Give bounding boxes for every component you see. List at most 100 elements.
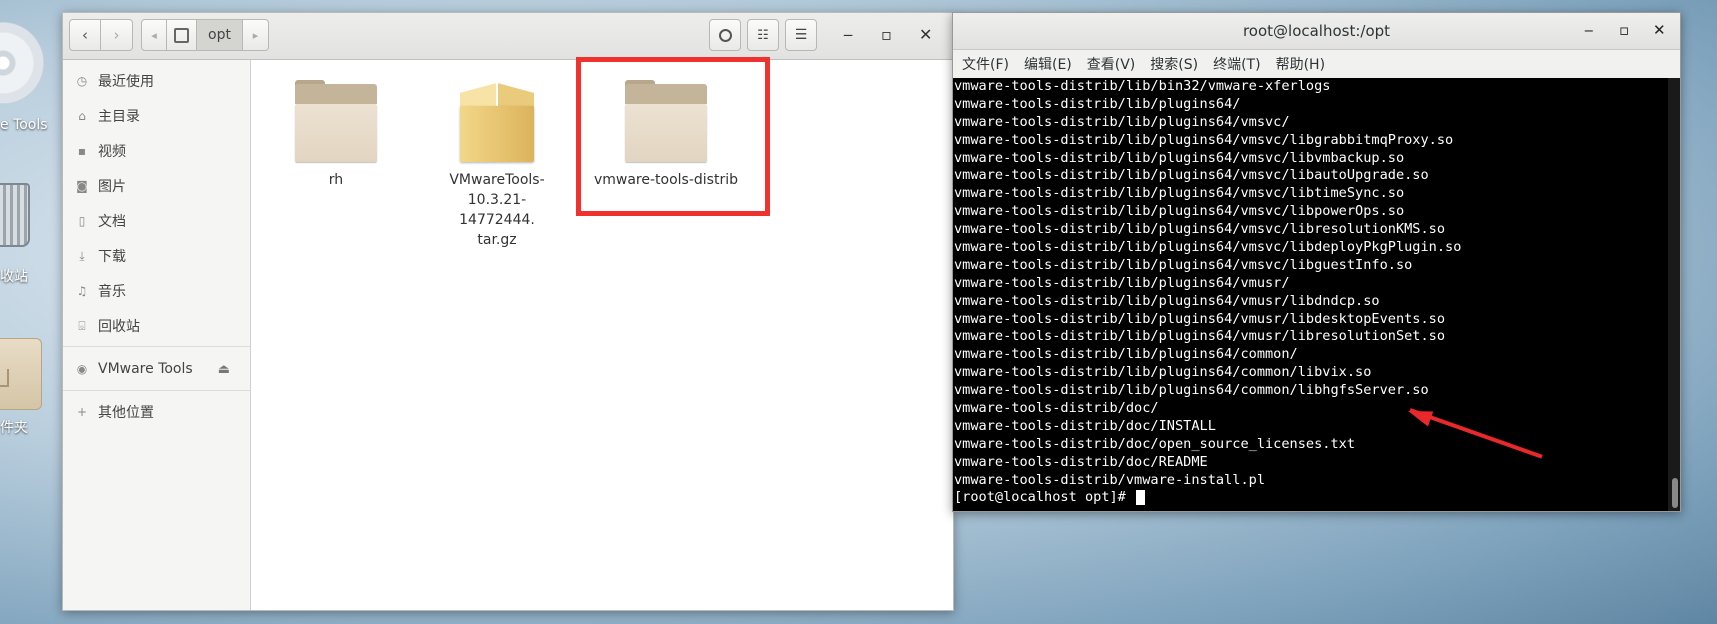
terminal-line: vmware-tools-distrib/lib/plugins64/vmsvc… <box>954 256 1413 273</box>
terminal-line: vmware-tools-distrib/lib/plugins64/vmsvc… <box>954 221 1446 238</box>
file-item-vmwaretools-archive[interactable]: VMwareTools- 10.3.21-14772444. tar.gz <box>432 80 562 250</box>
terminal-line: vmware-tools-distrib/doc/open_source_lic… <box>954 435 1356 452</box>
minimize-button[interactable]: ‒ <box>843 25 853 44</box>
sidebar-item-label: 回收站 <box>98 319 140 335</box>
terminal-line: vmware-tools-distrib/lib/bin32/vmware-xf… <box>954 78 1331 94</box>
shell-prompt: [root@localhost opt]# <box>954 489 1135 506</box>
path-root-button[interactable] <box>167 19 197 51</box>
sidebar-item-pictures[interactable]: ◙ 图片 <box>63 173 250 199</box>
terminal-line: vmware-tools-distrib/lib/plugins64/vmsvc… <box>954 131 1454 148</box>
minimize-icon: ‒ <box>1584 21 1594 39</box>
close-icon: ✕ <box>919 25 933 44</box>
terminal-titlebar: root@localhost:/opt ‒ ▫ ✕ <box>953 13 1680 50</box>
document-icon: ▯ <box>78 214 86 228</box>
terminal-line: vmware-tools-distrib/lib/plugins64/vmusr… <box>954 310 1446 327</box>
home-icon: ⌂ <box>78 109 86 123</box>
chevron-left-icon: ‹ <box>82 26 88 44</box>
sidebar-item-vmware-tools[interactable]: ◉ VMware Tools ⏏ <box>63 356 250 382</box>
menu-help[interactable]: 帮助(H) <box>1276 54 1325 74</box>
terminal-line: vmware-tools-distrib/lib/plugins64/vmsvc… <box>954 185 1405 202</box>
sidebar-item-videos[interactable]: ▪ 视频 <box>63 138 250 164</box>
menu-file[interactable]: 文件(F) <box>962 54 1009 74</box>
home-folder-icon[interactable] <box>0 338 42 410</box>
terminal-line: vmware-tools-distrib/doc/README <box>954 453 1208 470</box>
terminal-line: vmware-tools-distrib/lib/plugins64/commo… <box>954 382 1429 399</box>
camera-icon: ◙ <box>76 179 88 193</box>
sidebar-item-label: 图片 <box>98 179 126 195</box>
sidebar-item-label: 主目录 <box>98 109 140 125</box>
menu-edit[interactable]: 编辑(E) <box>1024 54 1072 74</box>
sidebar-item-downloads[interactable]: ⤓ 下载 <box>63 243 250 269</box>
terminal-minimize-button[interactable]: ‒ <box>1584 21 1594 39</box>
sidebar-item-label: VMware Tools <box>98 361 193 377</box>
close-icon: ✕ <box>1653 21 1666 39</box>
sidebar-item-label: 其他位置 <box>98 405 154 421</box>
terminal-line: vmware-tools-distrib/vmware-install.pl <box>954 471 1265 488</box>
triangle-left-icon: ◂ <box>151 28 157 42</box>
sidebar-separator <box>63 390 250 391</box>
menu-button[interactable]: ☰ <box>785 19 817 51</box>
back-button[interactable]: ‹ <box>69 19 101 51</box>
sidebar-item-home[interactable]: ⌂ 主目录 <box>63 103 250 129</box>
search-button[interactable] <box>709 19 741 51</box>
menu-view[interactable]: 查看(V) <box>1087 54 1136 74</box>
eject-icon[interactable]: ⏏ <box>218 362 230 377</box>
music-icon: ♫ <box>76 284 88 298</box>
terminal-line: vmware-tools-distrib/doc/INSTALL <box>954 417 1216 434</box>
terminal-line: vmware-tools-distrib/lib/plugins64/vmsvc… <box>954 239 1462 256</box>
terminal-line: vmware-tools-distrib/lib/plugins64/vmusr… <box>954 274 1290 291</box>
view-toggle-button[interactable]: ☷ <box>747 19 779 51</box>
vmware-tools-disc-icon[interactable] <box>0 22 44 104</box>
terminal-line: vmware-tools-distrib/lib/plugins64/ <box>954 95 1241 112</box>
list-view-icon: ☷ <box>757 27 769 43</box>
forward-button[interactable]: › <box>101 19 133 51</box>
trash-icon[interactable] <box>0 183 30 247</box>
terminal-output[interactable]: vmware-tools-distrib/lib/bin32/vmware-xf… <box>953 78 1668 511</box>
sidebar-separator <box>63 346 250 347</box>
hamburger-icon: ☰ <box>794 27 808 43</box>
scrollbar-thumb[interactable] <box>1672 478 1678 508</box>
terminal-scrollbar[interactable] <box>1668 78 1680 511</box>
file-name-line: 10.3.21-14772444. <box>459 192 535 228</box>
terminal-line: vmware-tools-distrib/lib/plugins64/commo… <box>954 346 1298 363</box>
terminal-window: root@localhost:/opt ‒ ▫ ✕ 文件(F) 编辑(E) 查看… <box>952 12 1681 512</box>
drive-icon <box>174 27 189 43</box>
file-name-line: tar.gz <box>477 232 517 248</box>
menu-search[interactable]: 搜索(S) <box>1150 54 1198 74</box>
terminal-maximize-button[interactable]: ▫ <box>1619 21 1629 39</box>
desktop-icon-label-folder: 件夹 <box>0 420 28 436</box>
terminal-menubar: 文件(F) 编辑(E) 查看(V) 搜索(S) 终端(T) 帮助(H) <box>953 50 1680 79</box>
sidebar-item-other-locations[interactable]: + 其他位置 <box>63 399 250 425</box>
close-button[interactable]: ✕ <box>919 25 932 44</box>
chevron-right-icon: › <box>113 26 120 44</box>
path-scroll-left-button[interactable]: ◂ <box>141 19 167 51</box>
file-manager-headerbar: ‹ › ◂ opt ▸ ☷ ☰ ‒ ▫ ✕ <box>63 13 953 60</box>
terminal-line: vmware-tools-distrib/lib/plugins64/vmsvc… <box>954 167 1429 184</box>
file-name-line: VMwareTools- <box>449 172 545 188</box>
sidebar-item-trash[interactable]: ⌺ 回收站 <box>63 313 250 339</box>
clock-icon: ◷ <box>76 74 88 88</box>
maximize-button[interactable]: ▫ <box>881 25 892 44</box>
desktop-icon-label-trash: 收站 <box>0 269 28 285</box>
path-scroll-right-button[interactable]: ▸ <box>243 19 269 51</box>
sidebar-item-recent[interactable]: ◷ 最近使用 <box>63 68 250 94</box>
menu-terminal[interactable]: 终端(T) <box>1213 54 1260 74</box>
folder-icon <box>295 80 377 162</box>
terminal-line: vmware-tools-distrib/doc/ <box>954 400 1159 417</box>
sidebar-item-music[interactable]: ♫ 音乐 <box>63 278 250 304</box>
maximize-icon: ▫ <box>1619 21 1630 39</box>
file-item-rh[interactable]: rh <box>271 80 401 190</box>
sidebar-item-label: 下载 <box>98 249 126 265</box>
path-segment-opt[interactable]: opt <box>197 19 243 51</box>
terminal-line: vmware-tools-distrib/lib/plugins64/vmsvc… <box>954 203 1405 220</box>
triangle-right-icon: ▸ <box>252 28 259 42</box>
terminal-line: vmware-tools-distrib/lib/plugins64/vmsvc… <box>954 113 1290 130</box>
terminal-line: vmware-tools-distrib/lib/plugins64/commo… <box>954 364 1372 381</box>
sidebar-item-documents[interactable]: ▯ 文档 <box>63 208 250 234</box>
sidebar-item-label: 最近使用 <box>98 74 154 90</box>
sidebar-item-label: 视频 <box>98 144 126 160</box>
desktop-icon-label-vmware-tools: e Tools <box>0 117 48 133</box>
video-icon: ▪ <box>77 144 87 158</box>
terminal-close-button[interactable]: ✕ <box>1653 21 1666 39</box>
file-name: rh <box>328 172 344 188</box>
